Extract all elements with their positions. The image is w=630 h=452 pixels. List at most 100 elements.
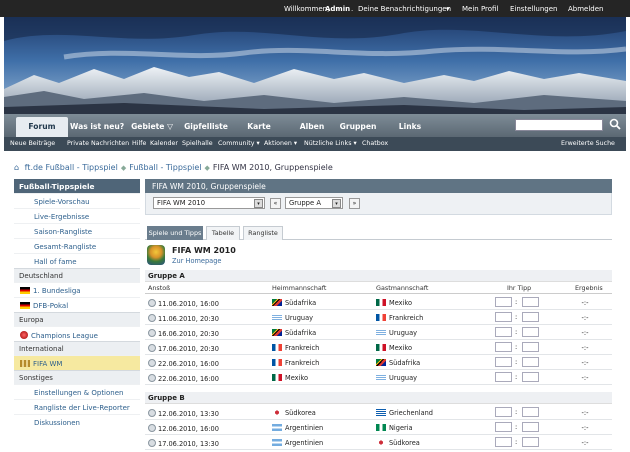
tip-home-input[interactable] <box>495 437 512 447</box>
home-team-cell: Südafrika <box>272 299 316 307</box>
tip-away-input[interactable] <box>522 327 539 337</box>
home-team-cell: Südafrika <box>272 329 316 337</box>
subnav-chatbox[interactable]: Chatbox <box>362 140 388 147</box>
sidebar-item-preview[interactable]: Spiele-Vorschau <box>14 193 140 208</box>
advanced-search-link[interactable]: Erweiterte Suche <box>561 140 615 147</box>
kickoff-date: 22.06.2010, 16:00 <box>158 360 219 368</box>
tip-away-input[interactable] <box>522 357 539 367</box>
notifications-caret-icon[interactable]: ▾ <box>446 5 450 13</box>
sidebar-header: Fußball-Tippspiele <box>14 179 140 193</box>
away-team-cell: Uruguay <box>376 374 417 382</box>
nav-tab-albums[interactable]: Alben <box>286 117 338 137</box>
tab-games-and-tips[interactable]: Spiele und Tipps <box>147 226 203 240</box>
kickoff-cell: 12.06.2010, 16:00 <box>148 424 219 433</box>
away-team-name: Südafrika <box>389 359 421 367</box>
world-cup-icon <box>20 360 30 367</box>
subnav-actions[interactable]: Aktionen ▾ <box>264 140 297 147</box>
tip-home-input[interactable] <box>495 342 512 352</box>
home-team-cell: Argentinien <box>272 424 323 432</box>
sub-nav: Neue Beiträge Private Nachrichten Hilfe … <box>4 137 626 151</box>
sidebar-item-bundesliga[interactable]: 1. Bundesliga <box>14 282 140 297</box>
username-link[interactable]: Admin <box>325 5 350 13</box>
away-team-cell: Mexiko <box>376 344 412 352</box>
tip-away-input[interactable] <box>522 342 539 352</box>
sidebar-item-fifa-wm[interactable]: FIFA WM <box>14 355 140 370</box>
search-input[interactable] <box>515 119 603 131</box>
away-team-name: Uruguay <box>389 329 418 337</box>
tip-away-input[interactable] <box>522 437 539 447</box>
next-group-button[interactable]: » <box>349 198 360 209</box>
tip-away-input[interactable] <box>522 407 539 417</box>
tip-home-input[interactable] <box>495 297 512 307</box>
tournament-select[interactable]: FIFA WM 2010 ▾ <box>153 197 265 209</box>
profile-link[interactable]: Mein Profil <box>462 5 498 13</box>
search-button[interactable] <box>608 116 622 132</box>
sidebar-item-live-results[interactable]: Live-Ergebnisse <box>14 208 140 223</box>
tip-home-input[interactable] <box>495 407 512 417</box>
logout-link[interactable]: Abmelden <box>568 5 604 13</box>
away-team-cell: Mexiko <box>376 299 412 307</box>
notifications-link[interactable]: Deine Benachrichtigungen <box>358 5 451 13</box>
tip-home-input[interactable] <box>495 312 512 322</box>
sidebar-item-champions-league[interactable]: Champions League <box>14 326 140 341</box>
away-team-name: Mexiko <box>389 299 412 307</box>
nav-tab-map[interactable]: Karte <box>233 117 285 137</box>
clock-icon <box>148 409 156 417</box>
tip-away-input[interactable] <box>522 312 539 322</box>
event-title: FIFA WM 2010 <box>172 246 236 255</box>
nav-tab-whats-new[interactable]: Was ist neu? <box>70 117 124 137</box>
suedkorea-flag-icon <box>272 409 282 416</box>
tab-table[interactable]: Tabelle <box>206 226 240 240</box>
tip-home-input[interactable] <box>495 422 512 432</box>
tip-away-input[interactable] <box>522 297 539 307</box>
nav-tab-summits[interactable]: Gipfelliste <box>180 117 232 137</box>
away-team-cell: Uruguay <box>376 329 417 337</box>
nav-tab-forum[interactable]: Forum <box>16 117 68 137</box>
group-b-header: Gruppe B <box>145 392 612 404</box>
sidebar-item-season-ranking[interactable]: Saison-Rangliste <box>14 223 140 238</box>
view-tabs: Spiele und Tipps Tabelle Rangliste <box>145 226 612 240</box>
breadcrumb-item[interactable]: ft.de Fußball - Tippspiel <box>25 163 118 172</box>
sidebar-item-hall-of-fame[interactable]: Hall of fame <box>14 253 140 268</box>
sidebar-item-dfb-pokal[interactable]: DFB-Pokal <box>14 297 140 312</box>
main-panel: FIFA WM 2010, Gruppenspiele FIFA WM 2010… <box>145 179 612 450</box>
nav-tab-links[interactable]: Links <box>384 117 436 137</box>
tab-ranking[interactable]: Rangliste <box>243 226 283 240</box>
tip-home-input[interactable] <box>495 357 512 367</box>
breadcrumb-current: FIFA WM 2010, Gruppenspiele <box>212 163 333 172</box>
chevron-down-icon: ▾ <box>332 199 341 208</box>
sidebar-item-total-ranking[interactable]: Gesamt-Rangliste <box>14 238 140 253</box>
result-cell: -:- <box>581 344 589 352</box>
column-headers: Anstoß Heimmannschaft Gastmannschaft Ihr… <box>145 283 612 294</box>
sidebar-item-settings[interactable]: Einstellungen & Optionen <box>14 384 140 399</box>
homepage-link[interactable]: Zur Homepage <box>172 257 221 265</box>
subnav-help[interactable]: Hilfe <box>132 140 146 147</box>
prev-group-button[interactable]: « <box>270 198 281 209</box>
breadcrumb-item[interactable]: Fußball - Tippspiel <box>129 163 201 172</box>
tip-away-input[interactable] <box>522 422 539 432</box>
sidebar-item-label: Champions League <box>31 332 98 340</box>
subnav-useful-links[interactable]: Nützliche Links ▾ <box>304 140 357 147</box>
suedafrika-flag-icon <box>376 359 386 366</box>
tip-home-input[interactable] <box>495 327 512 337</box>
subnav-new-posts[interactable]: Neue Beiträge <box>10 140 55 147</box>
group-select[interactable]: Gruppe A ▾ <box>285 197 343 209</box>
mexiko-flag-icon <box>272 374 282 381</box>
nav-tab-groups[interactable]: Gruppen <box>332 117 384 137</box>
nav-tab-regions[interactable]: Gebiete ▽ <box>126 117 178 137</box>
col-kickoff: Anstoß <box>148 284 171 292</box>
subnav-private-messages[interactable]: Private Nachrichten <box>67 140 129 147</box>
settings-link[interactable]: Einstellungen <box>510 5 557 13</box>
sidebar-item-live-reporter-ranking[interactable]: Rangliste der Live-Reporter <box>14 399 140 414</box>
subnav-community[interactable]: Community ▾ <box>218 140 260 147</box>
home-icon[interactable]: ⌂ <box>14 163 19 172</box>
tip-away-input[interactable] <box>522 372 539 382</box>
tip-home-input[interactable] <box>495 372 512 382</box>
result-cell: -:- <box>581 359 589 367</box>
subnav-calendar[interactable]: Kalender <box>150 140 178 147</box>
breadcrumb-separator-icon: ◆ <box>120 164 127 172</box>
subnav-arcade[interactable]: Spielhalle <box>182 140 213 147</box>
group-a-header: Gruppe A <box>145 270 612 282</box>
mexiko-flag-icon <box>376 344 386 351</box>
sidebar-item-discussions[interactable]: Diskussionen <box>14 414 140 429</box>
